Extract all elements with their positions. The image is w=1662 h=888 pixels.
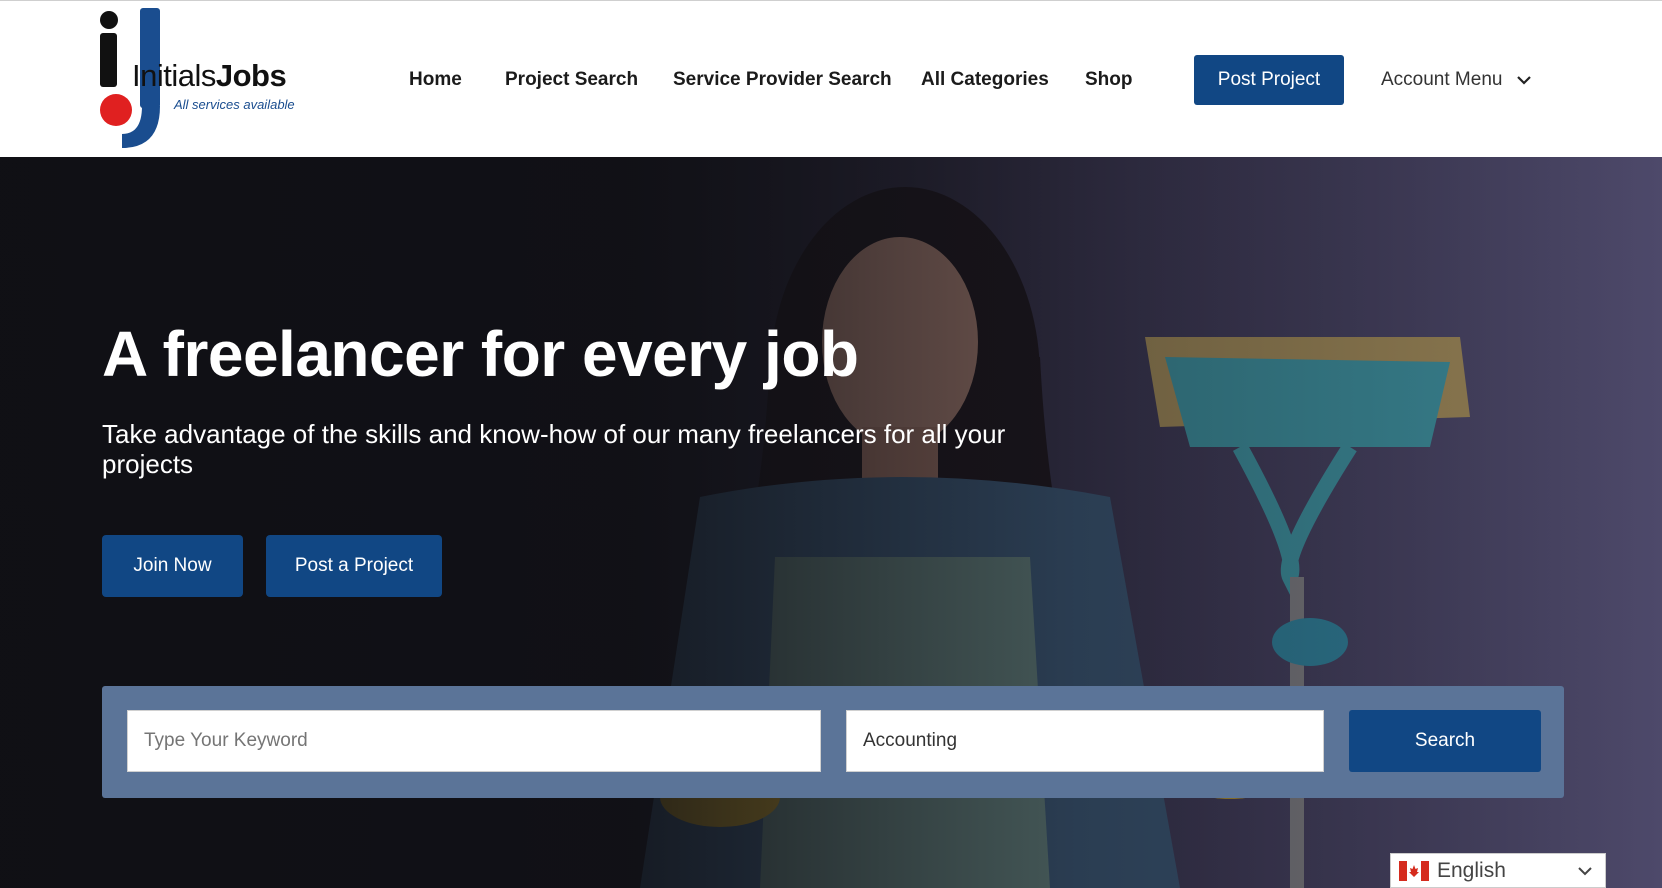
nav-service-provider-search[interactable]: Service Provider Search — [673, 69, 892, 91]
language-label: English — [1437, 858, 1506, 882]
nav-all-categories[interactable]: All Categories — [921, 69, 1049, 91]
category-select-value: Accounting — [863, 730, 958, 751]
keyword-search-input[interactable] — [127, 710, 821, 772]
nav-project-search[interactable]: Project Search — [505, 69, 638, 91]
hero-subtitle: Take advantage of the skills and know-ho… — [102, 419, 1006, 479]
post-project-button[interactable]: Post Project — [1194, 55, 1344, 105]
nav-shop[interactable]: Shop — [1085, 69, 1133, 91]
join-now-button[interactable]: Join Now — [102, 535, 243, 597]
post-a-project-button[interactable]: Post a Project — [266, 535, 442, 597]
language-selector[interactable]: English — [1390, 853, 1606, 888]
hero-title: A freelancer for every job — [102, 318, 859, 390]
canada-flag-icon — [1399, 860, 1429, 881]
category-select[interactable]: Accounting — [846, 710, 1324, 772]
chevron-down-icon — [1517, 76, 1532, 85]
account-menu[interactable]: Account Menu — [1381, 69, 1532, 91]
nav-home[interactable]: Home — [409, 69, 462, 91]
search-panel: Accounting Search — [102, 686, 1564, 798]
site-header: InitialsJobs All services available Home… — [0, 0, 1662, 157]
hero-section: A freelancer for every job Take advantag… — [0, 157, 1662, 888]
chevron-down-icon — [1578, 867, 1592, 876]
main-nav: Home Project Search Service Provider Sea… — [0, 1, 1662, 158]
account-menu-label: Account Menu — [1381, 69, 1503, 90]
search-button[interactable]: Search — [1349, 710, 1541, 772]
